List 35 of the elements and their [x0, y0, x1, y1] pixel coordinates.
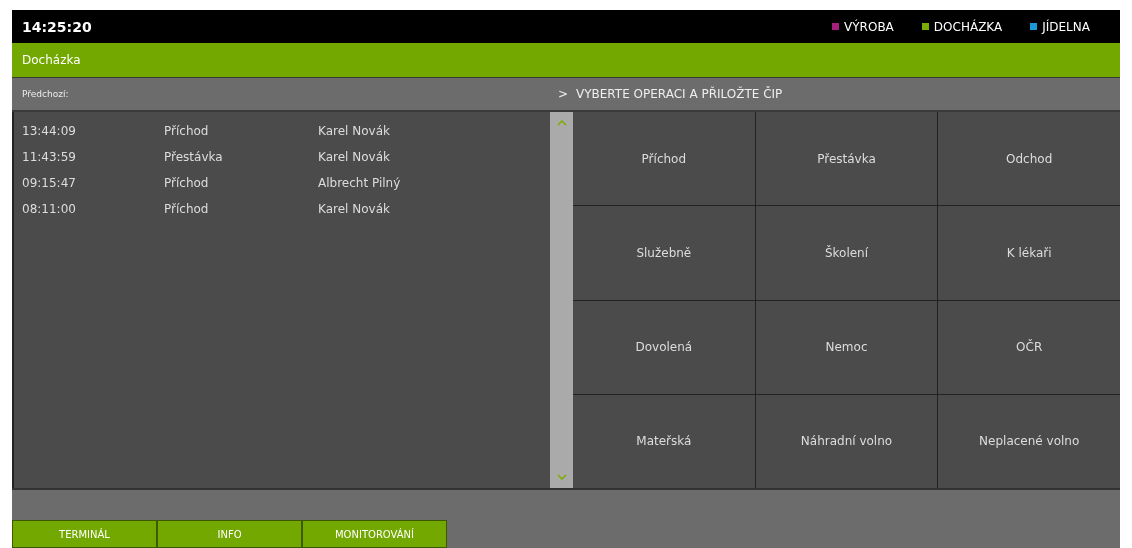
person-cell: Karel Novák: [318, 124, 390, 138]
time-cell-text: 11:43:59: [21, 150, 77, 164]
section-title-bar: Docházka: [12, 43, 1120, 78]
prompt-text: VYBERTE OPERACI A PŘILOŽTE ČIP: [576, 87, 783, 101]
operation-button[interactable]: Dovolená: [573, 300, 755, 394]
legend-label: JÍDELNA: [1042, 19, 1090, 34]
operation-button[interactable]: K lékaři: [938, 206, 1120, 300]
time-cell-text: 13:44:09: [21, 124, 77, 138]
operation-button[interactable]: Přestávka: [755, 112, 938, 206]
person-cell: Karel Novák: [318, 202, 390, 216]
person-cell: Albrecht Pilný: [318, 176, 401, 190]
operation-button[interactable]: Příchod: [573, 112, 755, 206]
operation-button[interactable]: OČR: [938, 300, 1120, 394]
operation-button[interactable]: Mateřská: [573, 394, 755, 488]
operation-button[interactable]: Odchod: [938, 112, 1120, 206]
operation-button[interactable]: Náhradní volno: [755, 394, 938, 488]
legend-label: VÝROBA: [844, 19, 894, 34]
person-cell: Karel Novák: [318, 150, 390, 164]
scroll-down-icon[interactable]: [556, 474, 567, 480]
operation-cell-text: Příchod: [164, 202, 210, 216]
scroll-up-icon[interactable]: [556, 120, 567, 126]
operation-cell-text: Příchod: [164, 124, 210, 138]
prompt-marker: >: [558, 87, 570, 101]
scrollbar[interactable]: [550, 112, 573, 488]
operation-cell-text: Přestávka: [164, 150, 224, 164]
operation-button[interactable]: Nemoc: [755, 300, 938, 394]
previous-label: Předchozí:: [21, 89, 70, 99]
operation-button[interactable]: Neplacené volno: [938, 394, 1120, 488]
operation-cell-text: Příchod: [164, 176, 210, 190]
time-cell-text: 08:11:00: [21, 202, 77, 216]
operation-button[interactable]: Služebně: [573, 206, 755, 300]
operation-button[interactable]: Školení: [755, 206, 938, 300]
clock: 14:25:20: [22, 18, 92, 35]
time-cell-text: 09:15:47: [21, 176, 77, 190]
legend-label: DOCHÁZKA: [933, 19, 1003, 34]
